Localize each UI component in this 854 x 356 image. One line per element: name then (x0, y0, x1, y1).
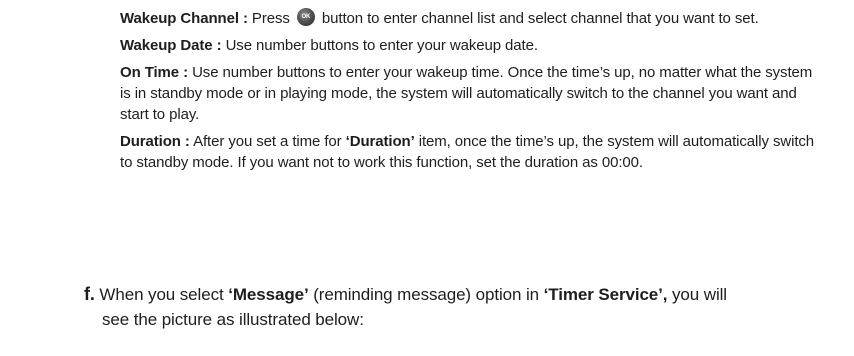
step-f-line-2: see the picture as illustrated below: (102, 310, 364, 329)
duration-term: Duration : (120, 133, 190, 150)
wakeup-channel-paragraph: Wakeup Channel : Press OK button to ente… (120, 8, 820, 29)
step-f-text-c: you will (667, 285, 727, 304)
wakeup-channel-term: Wakeup Channel : (120, 10, 248, 27)
step-f-text-b: (reminding message) option in (308, 285, 544, 304)
on-time-paragraph: On Time : Use number buttons to enter yo… (120, 62, 820, 125)
ok-icon-label: OK (301, 14, 311, 20)
step-f-marker: f. (84, 284, 95, 304)
on-time-text: Use number buttons to enter your wakeup … (120, 64, 813, 123)
manual-page: Wakeup Channel : Press OK button to ente… (0, 0, 854, 356)
wakeup-channel-text-b: button to enter channel list and select … (317, 10, 759, 27)
duration-paragraph: Duration : After you set a time for ‘Dur… (120, 131, 820, 173)
step-f-quoted-timer-service: ‘Timer Service’, (543, 285, 668, 304)
step-f-text-a: When you select (94, 285, 229, 304)
step-f-quoted-message: ‘Message’ (228, 285, 309, 304)
wakeup-channel-text-a: Press (247, 10, 294, 27)
timer-options-list: Wakeup Channel : Press OK button to ente… (120, 8, 820, 179)
ok-button-icon: OK (296, 8, 315, 26)
wakeup-date-text: Use number buttons to enter your wakeup … (221, 37, 538, 54)
step-f-line-1: f. When you select ‘Message’ (reminding … (84, 282, 844, 307)
duration-text-a: After you set a time for (189, 133, 346, 150)
on-time-term: On Time : (120, 64, 188, 81)
wakeup-date-term: Wakeup Date : (120, 37, 222, 54)
duration-quoted: ‘Duration’ (345, 133, 415, 150)
wakeup-date-paragraph: Wakeup Date : Use number buttons to ente… (120, 35, 820, 56)
step-f: f. When you select ‘Message’ (reminding … (84, 282, 844, 332)
